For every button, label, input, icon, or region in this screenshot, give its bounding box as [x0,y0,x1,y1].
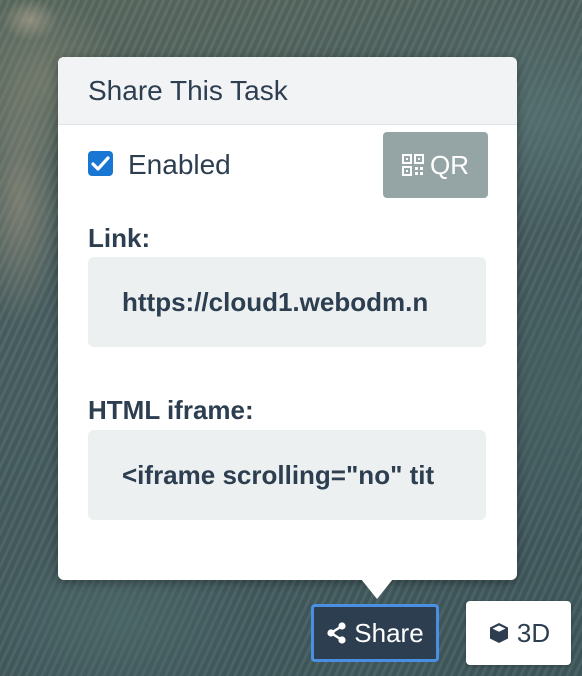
link-input[interactable] [122,257,456,347]
qr-code-icon [402,154,424,176]
popup-header: Share This Task [58,57,517,125]
view-3d-label: 3D [516,617,551,648]
link-label: Link: [88,223,151,253]
enabled-checkbox[interactable] [88,151,113,176]
iframe-label: HTML iframe: [88,395,254,425]
share-button[interactable]: Share [311,604,439,662]
share-popup: Share This Task Enabled QR Link: HTML if… [58,57,517,580]
qr-button-label: QR [430,149,469,180]
iframe-field[interactable] [88,430,486,520]
link-field[interactable] [88,257,486,347]
cube-icon [489,623,508,643]
share-icon [327,622,346,644]
qr-button[interactable]: QR [383,132,488,198]
popup-title: Share This Task [88,75,288,106]
share-button-label: Share [354,617,424,648]
iframe-input[interactable] [122,430,456,520]
enabled-label[interactable]: Enabled [128,149,231,181]
checkmark-icon [91,156,110,171]
view-3d-button[interactable]: 3D [466,601,571,665]
popup-arrow [361,579,393,599]
